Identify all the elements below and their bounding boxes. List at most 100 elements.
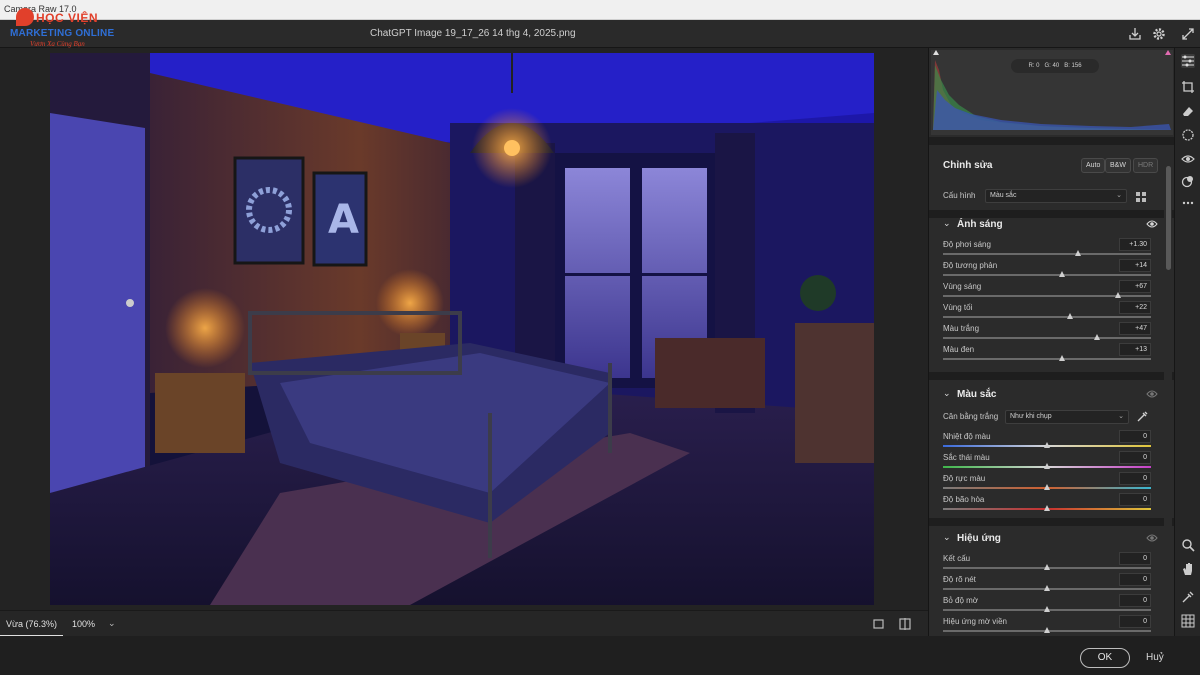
- logo-line-1: HỌC VIỆN: [36, 11, 99, 25]
- expand-icon[interactable]: [1180, 26, 1196, 42]
- panel-scrollbar[interactable]: [1164, 160, 1172, 610]
- slider-row[interactable]: Độ tương phản +14: [929, 259, 1165, 280]
- slider-value-input[interactable]: 0: [1119, 472, 1151, 485]
- slider-track[interactable]: [943, 274, 1151, 276]
- slider-row[interactable]: Hiệu ứng mờ viền 0: [929, 615, 1165, 636]
- slider-row[interactable]: Độ bão hòa 0: [929, 493, 1165, 514]
- slider-value-input[interactable]: +67: [1119, 280, 1151, 293]
- slider-value-input[interactable]: 0: [1119, 493, 1151, 506]
- slider-thumb[interactable]: [1044, 627, 1050, 633]
- histogram: R: 0 G: 40 B: 156: [931, 50, 1173, 135]
- slider-label: Bỏ độ mờ: [943, 596, 979, 605]
- more-icon[interactable]: [1181, 196, 1195, 210]
- white-balance-dropdown[interactable]: Như khi chụp ⌄: [1005, 410, 1129, 424]
- right-toolbar: [1174, 48, 1200, 636]
- slider-row[interactable]: Độ phơi sáng +1.30: [929, 238, 1165, 259]
- scrollbar-thumb[interactable]: [1166, 166, 1171, 270]
- slider-value-input[interactable]: +13: [1119, 343, 1151, 356]
- slider-thumb[interactable]: [1058, 271, 1065, 277]
- slider-row[interactable]: Bỏ độ mờ 0: [929, 594, 1165, 615]
- zoom-percent-button[interactable]: 100%: [72, 619, 95, 629]
- readout-b: B: 156: [1064, 63, 1082, 69]
- edit-sliders-icon[interactable]: [1181, 54, 1195, 68]
- slider-value-input[interactable]: +47: [1119, 322, 1151, 335]
- before-after-icon[interactable]: [898, 617, 912, 631]
- slider-row[interactable]: Độ rõ nét 0: [929, 573, 1165, 594]
- slider-value-input[interactable]: 0: [1119, 573, 1151, 586]
- redeye-icon[interactable]: [1181, 128, 1195, 142]
- slider-row[interactable]: Màu trắng +47: [929, 322, 1165, 343]
- slider-value-input[interactable]: 0: [1119, 594, 1151, 607]
- slider-thumb[interactable]: [1058, 355, 1065, 361]
- slider-track[interactable]: [943, 337, 1151, 339]
- slider-thumb[interactable]: [1044, 505, 1050, 511]
- slider-row[interactable]: Sắc thái màu 0: [929, 451, 1165, 472]
- slider-thumb[interactable]: [1066, 313, 1073, 319]
- single-view-icon[interactable]: [872, 617, 886, 631]
- slider-track[interactable]: [943, 316, 1151, 318]
- slider-track[interactable]: [943, 253, 1151, 255]
- light-section-header[interactable]: ⌄ Ánh sáng: [929, 214, 1165, 234]
- profile-browser-grid-icon[interactable]: [1135, 191, 1147, 203]
- slider-row[interactable]: Kết cấu 0: [929, 552, 1165, 573]
- eye-icon[interactable]: [1181, 152, 1195, 166]
- presets-icon[interactable]: [1181, 174, 1195, 188]
- image-canvas[interactable]: A: [0, 48, 928, 610]
- slider-label: Độ rực màu: [943, 474, 986, 483]
- slider-thumb[interactable]: [1044, 606, 1050, 612]
- white-balance-value: Như khi chụp: [1010, 413, 1052, 420]
- slider-value-input[interactable]: +14: [1119, 259, 1151, 272]
- cancel-button[interactable]: Huỷ: [1146, 652, 1164, 663]
- eraser-icon[interactable]: [1181, 104, 1195, 118]
- eye-icon[interactable]: [1146, 219, 1158, 229]
- profile-dropdown[interactable]: Màu sắc ⌄: [985, 189, 1127, 203]
- zoom-dropdown-chevron-icon[interactable]: ⌄: [108, 618, 116, 629]
- slider-label: Độ rõ nét: [943, 575, 976, 584]
- photo-preview[interactable]: A: [50, 53, 874, 605]
- eyedropper-icon[interactable]: [1136, 410, 1149, 423]
- slider-row[interactable]: Vùng sáng +67: [929, 280, 1165, 301]
- zoom-tool-icon[interactable]: [1181, 538, 1195, 552]
- slider-value-input[interactable]: +1.30: [1119, 238, 1151, 251]
- slider-thumb[interactable]: [1044, 484, 1050, 490]
- slider-row[interactable]: Màu đen +13: [929, 343, 1165, 364]
- slider-thumb[interactable]: [1114, 292, 1121, 298]
- divider: [929, 518, 1174, 526]
- grid-overlay-icon[interactable]: [1181, 614, 1195, 628]
- slider-thumb[interactable]: [1093, 334, 1100, 340]
- edit-title: Chỉnh sửa: [943, 160, 993, 171]
- crop-icon[interactable]: [1181, 80, 1195, 94]
- slider-thumb[interactable]: [1044, 463, 1050, 469]
- slider-value-input[interactable]: 0: [1119, 451, 1151, 464]
- slider-value-input[interactable]: +22: [1119, 301, 1151, 314]
- sampler-tool-icon[interactable]: [1181, 590, 1195, 604]
- slider-thumb[interactable]: [1044, 564, 1050, 570]
- chevron-down-icon: ⌄: [1116, 192, 1122, 199]
- slider-track[interactable]: [943, 358, 1151, 360]
- effects-section-header[interactable]: ⌄ Hiệu ứng: [929, 528, 1165, 548]
- eye-icon[interactable]: [1146, 533, 1158, 543]
- download-icon[interactable]: [1127, 26, 1143, 42]
- slider-thumb[interactable]: [1044, 585, 1050, 591]
- slider-row[interactable]: Nhiệt độ màu 0: [929, 430, 1165, 451]
- ok-button[interactable]: OK: [1080, 648, 1130, 668]
- slider-value-input[interactable]: 0: [1119, 552, 1151, 565]
- chevron-down-icon: ⌄: [943, 532, 951, 542]
- auto-button[interactable]: Auto: [1081, 158, 1106, 173]
- slider-thumb[interactable]: [1044, 442, 1050, 448]
- slider-value-input[interactable]: 0: [1119, 430, 1151, 443]
- zoom-fit-button[interactable]: Vừa (76.3%): [0, 611, 64, 637]
- slider-value-input[interactable]: 0: [1119, 615, 1151, 628]
- slider-label: Kết cấu: [943, 554, 971, 563]
- slider-row[interactable]: Độ rực màu 0: [929, 472, 1165, 493]
- hdr-button[interactable]: HDR: [1133, 158, 1159, 173]
- divider: [929, 137, 1174, 145]
- slider-row[interactable]: Vùng tối +22: [929, 301, 1165, 322]
- color-section-header[interactable]: ⌄ Màu sắc: [929, 384, 1165, 404]
- slider-thumb[interactable]: [1075, 250, 1082, 256]
- gear-icon[interactable]: [1151, 26, 1167, 42]
- eye-icon[interactable]: [1146, 389, 1158, 399]
- bw-button[interactable]: B&W: [1105, 158, 1131, 173]
- top-header: ChatGPT Image 19_17_26 14 thg 4, 2025.pn…: [0, 20, 1200, 48]
- hand-tool-icon[interactable]: [1181, 562, 1195, 576]
